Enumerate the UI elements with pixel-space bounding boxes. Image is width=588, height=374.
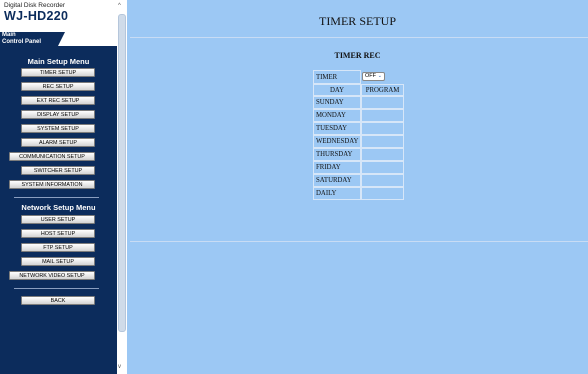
page-title: TIMER SETUP — [318, 14, 396, 28]
day-label: WEDNESDAY — [313, 135, 361, 148]
timer-label: TIMER — [313, 70, 361, 84]
tab-label: Main Control Panel — [2, 32, 42, 45]
program-cell-daily[interactable] — [361, 187, 404, 200]
brand-subtitle: Digital Disk Recorder — [4, 2, 66, 9]
left-panel: Digital Disk Recorder WJ-HD220 Main Cont… — [0, 0, 117, 374]
day-label: SUNDAY — [313, 96, 361, 109]
program-cell-sunday[interactable] — [361, 96, 404, 109]
program-cell-thursday[interactable] — [361, 148, 404, 161]
timer-rec-table: TIMER OFF ⌄ DAY PROGRAM SUNDAY MONDAY TU… — [313, 70, 404, 200]
day-label: THURSDAY — [313, 148, 361, 161]
program-cell-monday[interactable] — [361, 109, 404, 122]
program-header: PROGRAM — [361, 84, 404, 96]
day-label: TUESDAY — [313, 122, 361, 135]
scroll-thumb[interactable] — [118, 14, 126, 332]
day-label: DAILY — [313, 187, 361, 200]
system-information-button[interactable]: SYSTEM INFORMATION — [9, 180, 95, 189]
communication-setup-button[interactable]: COMMUNICATION SETUP — [9, 152, 95, 161]
day-header: DAY — [313, 84, 361, 96]
brand-header: Digital Disk Recorder WJ-HD220 — [0, 0, 117, 32]
brand-model: WJ-HD220 — [4, 9, 69, 23]
sidebar-scrollbar[interactable]: ^ v — [117, 0, 127, 374]
tab-main-control-panel[interactable]: Main Control Panel — [0, 32, 65, 46]
title-divider — [130, 37, 588, 38]
main-content: TIMER SETUP TIMER REC TIMER OFF ⌄ DAY PR… — [127, 0, 588, 374]
timer-setup-button[interactable]: TIMER SETUP — [21, 68, 95, 77]
scroll-up-icon[interactable]: ^ — [118, 3, 121, 9]
chevron-down-icon: ⌄ — [377, 73, 382, 79]
menu-divider — [14, 288, 99, 289]
program-cell-wednesday[interactable] — [361, 135, 404, 148]
rec-setup-button[interactable]: REC SETUP — [21, 82, 95, 91]
network-setup-menu-title: Network Setup Menu — [21, 203, 96, 212]
mail-setup-button[interactable]: MAIL SETUP — [21, 257, 95, 266]
display-setup-button[interactable]: DISPLAY SETUP — [21, 110, 95, 119]
main-setup-menu-title: Main Setup Menu — [27, 57, 90, 66]
ftp-setup-button[interactable]: FTP SETUP — [21, 243, 95, 252]
network-video-setup-button[interactable]: NETWORK VIDEO SETUP — [9, 271, 95, 280]
day-label: MONDAY — [313, 109, 361, 122]
ext-rec-setup-button[interactable]: EXT REC SETUP — [21, 96, 95, 105]
day-label: SATURDAY — [313, 174, 361, 187]
bottom-divider — [130, 241, 588, 242]
timer-select[interactable]: OFF ⌄ — [362, 72, 385, 81]
host-setup-button[interactable]: HOST SETUP — [21, 229, 95, 238]
section-title: TIMER REC — [334, 51, 381, 60]
switcher-setup-button[interactable]: SWITCHER SETUP — [21, 166, 95, 175]
back-button[interactable]: BACK — [21, 296, 95, 305]
scroll-down-icon[interactable]: v — [118, 364, 121, 370]
timer-select-value: OFF — [365, 73, 376, 79]
program-cell-friday[interactable] — [361, 161, 404, 174]
alarm-setup-button[interactable]: ALARM SETUP — [21, 138, 95, 147]
menu-divider — [14, 197, 99, 198]
system-setup-button[interactable]: SYSTEM SETUP — [21, 124, 95, 133]
day-label: FRIDAY — [313, 161, 361, 174]
user-setup-button[interactable]: USER SETUP — [21, 215, 95, 224]
program-cell-tuesday[interactable] — [361, 122, 404, 135]
program-cell-saturday[interactable] — [361, 174, 404, 187]
